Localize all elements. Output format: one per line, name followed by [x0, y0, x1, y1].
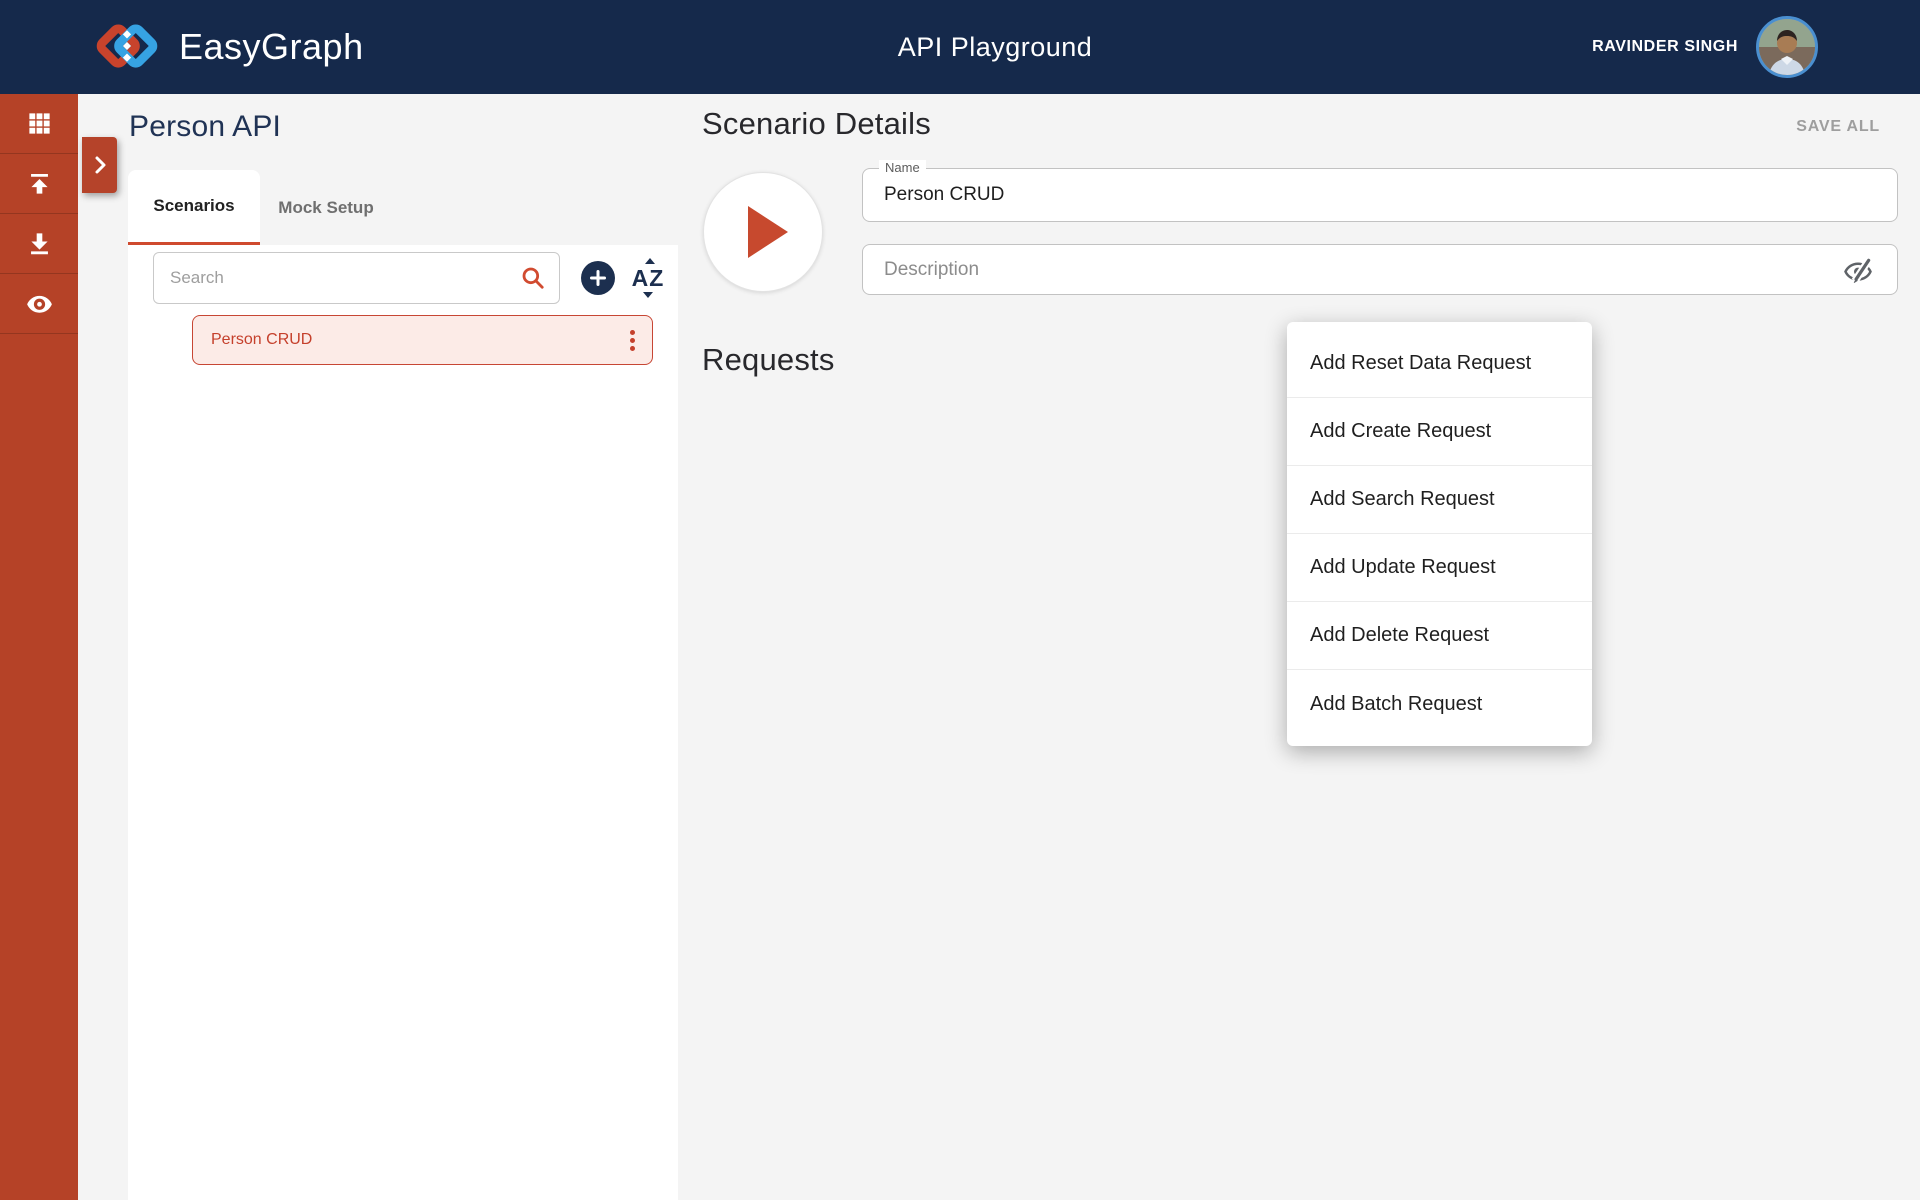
search-field — [153, 252, 560, 304]
panel-expand-tab[interactable] — [82, 137, 117, 193]
sort-alphabetical-icon: AZ — [632, 267, 665, 290]
app-name: EasyGraph — [179, 26, 364, 68]
left-panel: Person API Scenarios Mock Setup AZ Perso… — [78, 94, 678, 1200]
description-input[interactable] — [863, 245, 1897, 294]
description-field — [862, 244, 1898, 295]
publish-upload-icon — [26, 170, 53, 197]
sidebar — [0, 94, 78, 1200]
app-logo: EasyGraph — [95, 0, 364, 94]
scenario-item-label: Person CRUD — [193, 331, 630, 349]
preview-edit-icon[interactable] — [1843, 256, 1873, 286]
page-title: API Playground — [898, 0, 1093, 94]
user-name: RAVINDER SINGH — [1592, 38, 1738, 56]
sidebar-item-apps[interactable] — [0, 94, 78, 154]
sidebar-item-upload[interactable] — [0, 154, 78, 214]
menu-item-add-create-request[interactable]: Add Create Request — [1287, 398, 1592, 466]
user-avatar[interactable] — [1756, 16, 1818, 78]
add-request-menu: Add Reset Data Request Add Create Reques… — [1287, 322, 1592, 746]
header: EasyGraph API Playground RAVINDER SINGH — [0, 0, 1920, 94]
tab-mock-setup[interactable]: Mock Setup — [260, 170, 392, 245]
kebab-menu-icon[interactable] — [630, 330, 652, 351]
grid-apps-icon — [26, 110, 53, 137]
requests-title: Requests — [702, 342, 835, 378]
menu-item-add-search-request[interactable]: Add Search Request — [1287, 466, 1592, 534]
section-title: Scenario Details — [702, 106, 931, 142]
chevron-right-icon — [91, 154, 109, 176]
tab-scenarios[interactable]: Scenarios — [128, 170, 260, 245]
run-scenario-button[interactable] — [703, 172, 823, 292]
eye-icon — [26, 290, 53, 317]
menu-item-add-delete-request[interactable]: Add Delete Request — [1287, 602, 1592, 670]
plus-icon — [589, 269, 607, 287]
sidebar-item-download[interactable] — [0, 214, 78, 274]
search-input[interactable] — [153, 252, 560, 304]
panel-title: Person API — [129, 110, 281, 144]
name-field-label: Name — [879, 160, 926, 175]
add-scenario-button[interactable] — [581, 261, 615, 295]
panel-tabs: Scenarios Mock Setup — [128, 170, 392, 245]
scenarios-card: AZ Person CRUD — [128, 245, 678, 1200]
main-area: Scenario Details SAVE ALL Name Requests … — [678, 94, 1920, 1200]
easygraph-logo-icon — [95, 18, 159, 76]
name-input[interactable] — [863, 169, 1897, 221]
user-block: RAVINDER SINGH — [1592, 0, 1818, 94]
scenario-list-item[interactable]: Person CRUD — [192, 315, 653, 365]
save-all-button[interactable]: SAVE ALL — [1796, 118, 1880, 136]
sort-down-arrow-icon — [643, 292, 653, 298]
sort-alphabetical-button[interactable]: AZ — [625, 257, 671, 299]
menu-item-add-update-request[interactable]: Add Update Request — [1287, 534, 1592, 602]
name-field: Name — [862, 168, 1898, 222]
download-icon — [26, 230, 53, 257]
play-icon — [748, 206, 788, 258]
search-icon[interactable] — [520, 265, 546, 291]
sort-up-arrow-icon — [645, 258, 655, 264]
avatar-photo-icon — [1759, 19, 1815, 75]
sidebar-item-view[interactable] — [0, 274, 78, 334]
menu-item-add-reset-data-request[interactable]: Add Reset Data Request — [1287, 330, 1592, 398]
menu-item-add-batch-request[interactable]: Add Batch Request — [1287, 670, 1592, 738]
